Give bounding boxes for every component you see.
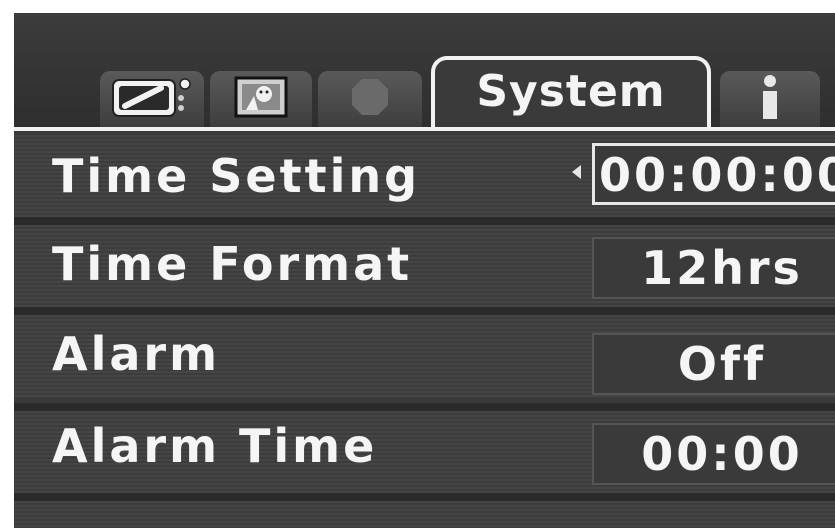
camera-settings-icon xyxy=(111,74,193,124)
time-format-value[interactable]: 12hrs xyxy=(592,237,835,299)
tab-camera-settings[interactable] xyxy=(100,71,204,127)
alarm-time-value[interactable]: 00:00 xyxy=(592,423,835,485)
menu-row-alarm-time[interactable]: Alarm Time 00:00 xyxy=(14,411,835,493)
row-divider xyxy=(14,217,835,225)
alarm-time-label: Alarm Time xyxy=(52,419,378,473)
info-icon xyxy=(758,74,782,124)
left-arrow-icon[interactable] xyxy=(572,165,581,179)
time-setting-value[interactable]: 00:00:00 xyxy=(592,143,835,205)
tab-info[interactable] xyxy=(720,71,820,127)
tab-record[interactable] xyxy=(318,71,422,127)
scene-mode-icon xyxy=(234,76,288,122)
menu-row-time-format[interactable]: Time Format 12hrs xyxy=(14,225,835,307)
menu-row-alarm[interactable]: Alarm Off xyxy=(14,315,835,397)
alarm-label: Alarm xyxy=(52,327,221,381)
time-setting-label: Time Setting xyxy=(52,149,421,203)
camera-menu-screen: System Time Setting 00:00:00 Time Format… xyxy=(14,13,835,528)
row-divider xyxy=(14,403,835,411)
time-format-label: Time Format xyxy=(52,237,413,291)
record-icon xyxy=(350,77,390,121)
tab-divider xyxy=(14,127,835,131)
alarm-value[interactable]: Off xyxy=(592,333,835,395)
row-divider xyxy=(14,493,835,501)
row-divider xyxy=(14,307,835,315)
menu-row-partial xyxy=(14,501,835,528)
tab-bar: System xyxy=(14,13,835,131)
tab-system[interactable]: System xyxy=(431,56,711,131)
tab-system-label: System xyxy=(476,66,666,117)
tab-scene-mode[interactable] xyxy=(210,71,312,127)
menu-row-time-setting[interactable]: Time Setting 00:00:00 xyxy=(14,135,835,217)
